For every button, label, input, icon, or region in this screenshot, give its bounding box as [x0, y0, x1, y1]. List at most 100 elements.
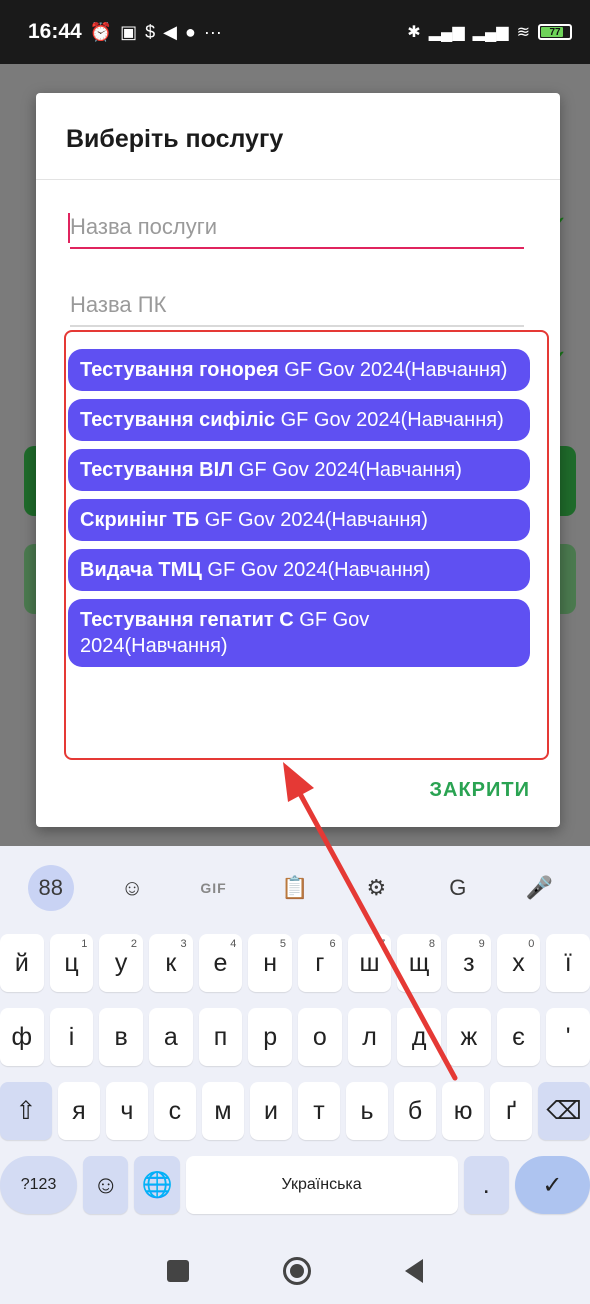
key[interactable]: ц1 [49, 934, 94, 992]
key-hint: 2 [130, 938, 137, 950]
service-item[interactable]: Тестування сифіліс GF Gov 2024(Навчання) [68, 399, 530, 441]
symbols-key[interactable]: ?123 [0, 1156, 78, 1214]
key[interactable]: и [249, 1082, 292, 1140]
service-item-title: Тестування гепатит С [80, 609, 294, 631]
key[interactable]: з9 [447, 934, 491, 992]
key[interactable]: т [298, 1082, 341, 1140]
key[interactable]: й [0, 934, 44, 992]
recent-apps-icon[interactable] [167, 1260, 189, 1282]
key[interactable]: ш7 [347, 934, 392, 992]
gif-icon[interactable]: GIF [191, 865, 237, 911]
service-item-title: Тестування сифіліс [80, 409, 276, 431]
key-hint: 5 [279, 938, 286, 950]
telegram-icon: ◀ [163, 21, 178, 42]
key[interactable]: є [496, 1008, 541, 1066]
key[interactable]: р [248, 1008, 292, 1066]
service-item-program: GF Gov 2024(Навчання) [278, 359, 508, 381]
service-item-program: GF Gov 2024(Навчання) [275, 409, 504, 431]
clipboard-icon[interactable]: 📋 [272, 865, 318, 911]
key[interactable]: я [57, 1082, 100, 1140]
key-hint: 4 [230, 938, 237, 950]
service-item[interactable]: Тестування ВІЛ GF Gov 2024(Навчання) [68, 449, 530, 491]
pc-name-field[interactable] [70, 285, 524, 327]
signal-icon-1: ▂▄▆ [428, 24, 465, 41]
on-screen-keyboard: 88 ☺ GIF 📋 ⚙ G 🎤 й ц1 у2 к3 е4 н5 г6 ш7 … [0, 846, 590, 1238]
battery-icon: 77 [538, 24, 572, 40]
settings-gear-icon[interactable]: ⚙ [353, 865, 399, 911]
shift-key-icon[interactable]: ⇧ [0, 1082, 52, 1140]
more-notifications-icon: ··· [203, 21, 222, 42]
key-hint: 1 [81, 938, 88, 950]
enter-key-icon[interactable]: ✓ [514, 1156, 590, 1214]
key[interactable]: м [201, 1082, 244, 1140]
apps-grid-icon[interactable]: 88 [27, 865, 74, 911]
key-label: й [14, 948, 29, 977]
key-row-2: ф і в а п р о л д ж є ' [0, 1008, 590, 1066]
key-label: ї [564, 948, 572, 977]
pc-name-input[interactable] [70, 285, 524, 325]
key[interactable]: п [198, 1008, 243, 1066]
key[interactable]: ю [442, 1082, 485, 1140]
key-hint: 8 [428, 938, 436, 950]
key[interactable]: ґ [490, 1082, 533, 1140]
key[interactable]: ї [546, 934, 590, 992]
key-label: к [165, 948, 177, 977]
key[interactable]: і [49, 1008, 94, 1066]
key-hint: 0 [528, 938, 535, 950]
service-item[interactable]: Тестування гонорея GF Gov 2024(Навчання) [68, 349, 530, 391]
key[interactable]: щ8 [397, 934, 442, 992]
sticker-icon[interactable]: ☺ [109, 865, 155, 911]
key-label: у [114, 948, 128, 977]
microphone-icon[interactable]: 🎤 [516, 865, 562, 911]
service-item-title: Тестування ВІЛ [80, 459, 234, 481]
service-item[interactable]: Скринінг ТБ GF Gov 2024(Навчання) [68, 499, 530, 541]
key[interactable]: н5 [248, 934, 292, 992]
key[interactable]: е4 [198, 934, 243, 992]
backspace-key-icon[interactable]: ⌫ [538, 1082, 590, 1140]
key[interactable]: ч [105, 1082, 148, 1140]
key[interactable]: а [148, 1008, 193, 1066]
status-left-icons: ⏰ ▣ $ ◀ ● ··· [90, 22, 222, 43]
key[interactable]: в [99, 1008, 143, 1066]
key[interactable]: х0 [496, 934, 541, 992]
dialog-title: Виберіть послугу [66, 125, 284, 153]
system-navigation-bar [0, 1238, 590, 1304]
service-item-program: GF Gov 2024(Навчання) [233, 459, 462, 481]
bluetooth-icon: ✱ [407, 24, 421, 41]
key[interactable]: л [347, 1008, 392, 1066]
viber-icon: ● [185, 21, 196, 42]
key-label: ц [64, 948, 79, 977]
key[interactable]: о [298, 1008, 342, 1066]
wifi-icon: ≋ [516, 24, 530, 41]
period-key[interactable]: . [463, 1156, 509, 1214]
key[interactable]: ь [346, 1082, 389, 1140]
service-name-input[interactable] [70, 207, 524, 247]
key-hint: 3 [180, 938, 187, 950]
key[interactable]: б [394, 1082, 437, 1140]
keyboard-toolbar: 88 ☺ GIF 📋 ⚙ G 🎤 [0, 846, 590, 930]
key[interactable]: ' [546, 1008, 590, 1066]
service-item[interactable]: Тестування гепатит С GF Gov 2024(Навчанн… [68, 599, 530, 667]
key-hint: 9 [478, 938, 485, 950]
translate-icon[interactable]: G [435, 865, 481, 911]
key[interactable]: у2 [99, 934, 143, 992]
alarm-icon: ⏰ [89, 21, 113, 42]
key[interactable]: с [153, 1082, 196, 1140]
space-key[interactable]: Українська [185, 1156, 458, 1214]
key-label: е [213, 948, 228, 977]
key[interactable]: г6 [298, 934, 342, 992]
select-service-dialog: Виберіть послугу Тестування гонорея GF G… [36, 93, 560, 827]
service-item-title: Тестування гонорея [80, 359, 279, 381]
key[interactable]: д [397, 1008, 442, 1066]
back-icon[interactable] [405, 1259, 423, 1283]
service-name-field[interactable] [68, 207, 524, 249]
globe-key-icon[interactable]: 🌐 [134, 1156, 180, 1214]
service-item[interactable]: Видача ТМЦ GF Gov 2024(Навчання) [68, 549, 530, 591]
home-icon[interactable] [283, 1257, 311, 1285]
close-button[interactable]: ЗАКРИТИ [430, 779, 531, 802]
key[interactable]: ж [447, 1008, 491, 1066]
key[interactable]: к3 [148, 934, 193, 992]
emoji-key-icon[interactable]: ☺ [83, 1156, 129, 1214]
service-item-title: Скринінг ТБ [80, 509, 200, 531]
key[interactable]: ф [0, 1008, 44, 1066]
